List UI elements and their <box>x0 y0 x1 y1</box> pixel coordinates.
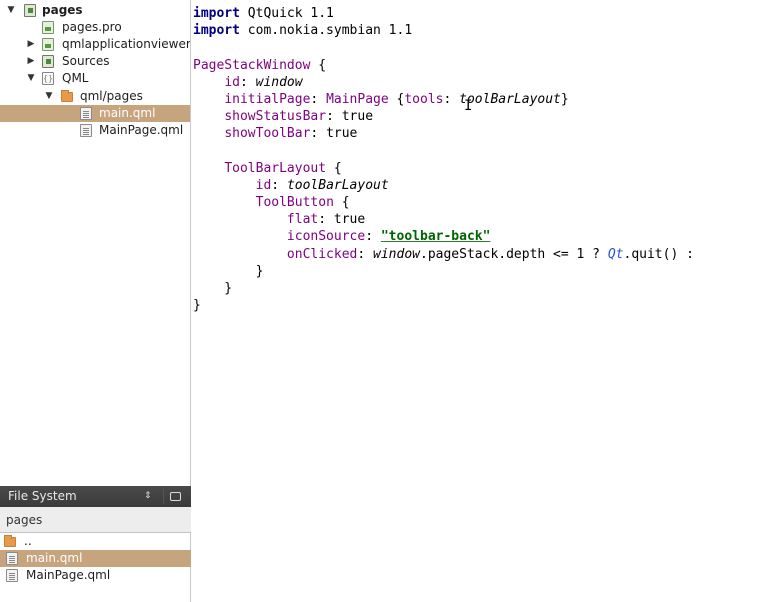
code-line-7: showStatusBar: true <box>224 109 374 124</box>
tree-item-label: pages.pro <box>62 20 122 34</box>
fs-item-label: main.qml <box>26 551 83 565</box>
fs-item-label: .. <box>24 534 32 548</box>
code-editor[interactable]: import QtQuick 1.1 import com.nokia.symb… <box>192 0 779 602</box>
qml-group-icon <box>42 70 54 87</box>
tree-item-main-qml[interactable]: main.qml <box>0 105 190 122</box>
expand-arrow-icon[interactable]: ▼ <box>44 88 54 105</box>
mouse-ibeam-cursor-icon: I <box>464 98 473 114</box>
tree-item-pages-pro[interactable]: pages.pro <box>0 19 190 36</box>
fs-item-mainpage-qml[interactable]: MainPage.qml <box>0 567 191 584</box>
qml-file-icon <box>6 552 18 565</box>
tree-item-label: MainPage.qml <box>99 123 184 137</box>
tree-item-qmlapplicationviewer[interactable]: ▶ qmlapplicationviewer <box>0 36 191 53</box>
tree-item-pages[interactable]: ▼ pages <box>0 2 190 19</box>
tree-item-qml-pages[interactable]: ▼ qml/pages <box>0 88 190 105</box>
expand-arrow-icon[interactable]: ▼ <box>26 70 36 87</box>
code-line-16: } <box>193 264 264 279</box>
project-icon <box>24 4 36 17</box>
qml-file-icon <box>80 107 92 120</box>
fs-item-main-qml[interactable]: main.qml <box>0 550 191 567</box>
fs-item-label: MainPage.qml <box>26 568 111 582</box>
code-line-1: import QtQuick 1.1 <box>193 6 334 21</box>
code-line-12: ToolButton { <box>255 195 350 210</box>
code-line-14: iconSource: "toolbar-back" <box>286 229 491 244</box>
expand-arrow-icon[interactable]: ▼ <box>6 2 16 19</box>
sync-with-editor-icon[interactable] <box>163 489 185 504</box>
file-system-header: File System ⇕ <box>0 486 191 507</box>
code-line-6: initialPage: MainPage {tools: toolBarLay… <box>224 92 569 107</box>
tree-item-mainpage-qml[interactable]: MainPage.qml <box>0 122 190 139</box>
pro-file-icon <box>42 38 54 51</box>
pro-file-icon <box>42 21 54 34</box>
code-line-8: showToolBar: true <box>224 126 358 141</box>
collapse-arrow-icon[interactable]: ▶ <box>26 36 36 53</box>
selector-arrows-icon[interactable]: ⇕ <box>144 486 152 507</box>
tree-item-label: qml/pages <box>80 89 143 103</box>
code-line-10: ToolBarLayout { <box>224 161 342 176</box>
project-tree-pane: ▼ pages pages.pro ▶ qmlapplicationviewer… <box>0 0 191 486</box>
sources-folder-icon <box>42 55 54 68</box>
file-system-list: .. main.qml MainPage.qml <box>0 533 191 602</box>
code-line-5: id: window <box>224 75 303 90</box>
tree-item-sources[interactable]: ▶ Sources <box>0 53 190 70</box>
file-system-selector[interactable]: File System <box>8 489 77 503</box>
file-system-breadcrumb[interactable]: pages <box>0 507 191 533</box>
tree-item-label: qmlapplicationviewer <box>62 37 191 51</box>
tree-item-label: Sources <box>62 54 110 68</box>
code-line-17: } <box>193 281 233 296</box>
tree-item-label: QML <box>62 71 89 85</box>
qml-file-icon <box>80 124 92 137</box>
tree-item-label: pages <box>42 3 83 17</box>
fs-item-parent-dir[interactable]: .. <box>0 533 191 550</box>
tree-item-qml[interactable]: ▼ QML <box>0 70 190 87</box>
qml-file-icon <box>6 569 18 582</box>
tree-item-label: main.qml <box>99 106 156 120</box>
code-line-2: import com.nokia.symbian 1.1 <box>193 23 413 38</box>
code-line-18: } <box>193 298 201 313</box>
code-line-15: onClicked: window.pageStack.depth <= 1 ?… <box>286 247 694 262</box>
folder-icon <box>4 535 16 547</box>
code-line-11: id: toolBarLayout <box>255 178 389 193</box>
collapse-arrow-icon[interactable]: ▶ <box>26 53 36 70</box>
code-line-4: PageStackWindow { <box>193 58 327 73</box>
code-line-13: flat: true <box>286 212 366 227</box>
folder-icon <box>61 90 73 102</box>
